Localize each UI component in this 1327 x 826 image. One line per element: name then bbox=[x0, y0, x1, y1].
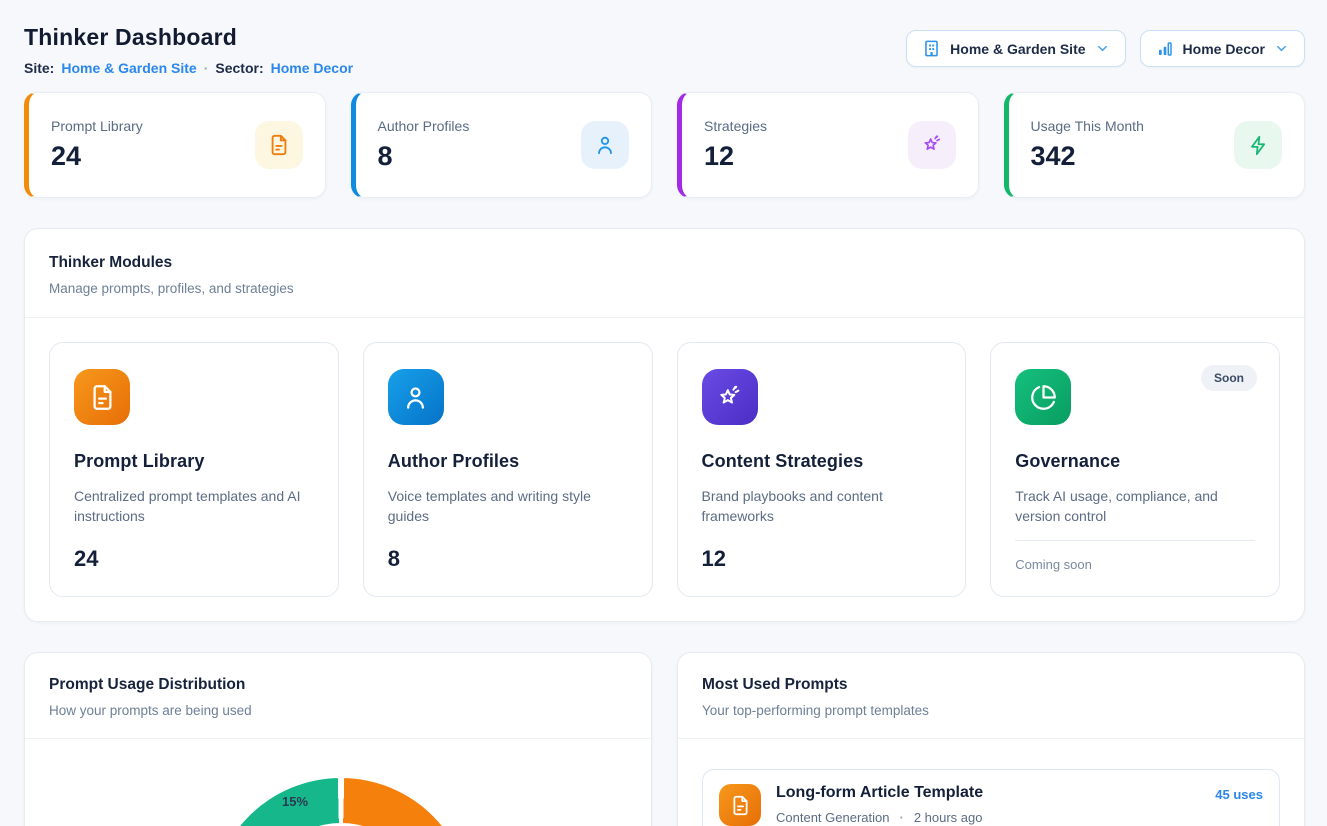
prompt-time: 2 hours ago bbox=[914, 810, 983, 825]
stat-label: Prompt Library bbox=[51, 118, 143, 134]
module-count: 12 bbox=[702, 546, 942, 572]
zap-icon bbox=[1234, 121, 1282, 169]
stat-card-author-profiles: Author Profiles 8 bbox=[351, 92, 653, 198]
file-text-icon bbox=[255, 121, 303, 169]
module-count: 24 bbox=[74, 546, 314, 572]
file-text-icon bbox=[719, 784, 761, 826]
chevron-down-icon bbox=[1274, 41, 1289, 56]
site-link[interactable]: Home & Garden Site bbox=[61, 60, 196, 76]
stat-card-strategies: Strategies 12 bbox=[677, 92, 979, 198]
site-selector-value: Home & Garden Site bbox=[950, 41, 1085, 57]
separator-dot: · bbox=[899, 810, 903, 825]
slice-label-green: 15% bbox=[271, 794, 319, 809]
module-card-prompt-library[interactable]: Prompt Library Centralized prompt templa… bbox=[49, 342, 339, 597]
module-description: Track AI usage, compliance, and version … bbox=[1015, 486, 1255, 527]
sector-selector-value: Home Decor bbox=[1183, 41, 1265, 57]
bottom-row: Prompt Usage Distribution How your promp… bbox=[24, 652, 1305, 826]
prompts-card-header: Most Used Prompts Your top-performing pr… bbox=[678, 653, 1304, 739]
top-bar: Thinker Dashboard Site: Home & Garden Si… bbox=[24, 24, 1305, 76]
stat-value: 12 bbox=[704, 141, 767, 172]
stat-label: Strategies bbox=[704, 118, 767, 134]
dashboard-page: Thinker Dashboard Site: Home & Garden Si… bbox=[0, 0, 1327, 826]
stats-row: Prompt Library 24 Author Profiles 8 bbox=[24, 92, 1305, 198]
sector-selector-dropdown[interactable]: Home Decor bbox=[1140, 30, 1305, 67]
sparkle-star-icon bbox=[702, 369, 758, 425]
module-title: Governance bbox=[1015, 451, 1255, 472]
modules-panel-header: Thinker Modules Manage prompts, profiles… bbox=[25, 229, 1304, 318]
prompts-card-title: Most Used Prompts bbox=[702, 676, 1280, 694]
pie-chart-icon bbox=[1015, 369, 1071, 425]
module-description: Brand playbooks and content frameworks bbox=[702, 486, 942, 527]
module-description: Centralized prompt templates and AI inst… bbox=[74, 486, 314, 527]
usage-card-header: Prompt Usage Distribution How your promp… bbox=[25, 653, 651, 739]
file-text-icon bbox=[74, 369, 130, 425]
prompt-category: Content Generation bbox=[776, 810, 889, 825]
prompts-card-subtitle: Your top-performing prompt templates bbox=[702, 703, 1280, 718]
sector-label: Sector: bbox=[215, 60, 263, 76]
stat-card-usage: Usage This Month 342 bbox=[1004, 92, 1306, 198]
user-icon bbox=[388, 369, 444, 425]
module-title: Prompt Library bbox=[74, 451, 314, 472]
bar-chart-icon bbox=[1156, 40, 1174, 58]
thinker-modules-panel: Thinker Modules Manage prompts, profiles… bbox=[24, 228, 1305, 622]
usage-card-title: Prompt Usage Distribution bbox=[49, 676, 627, 694]
prompt-list: Long-form Article Template Content Gener… bbox=[678, 739, 1304, 826]
prompt-title: Long-form Article Template bbox=[776, 784, 983, 802]
most-used-prompts-card: Most Used Prompts Your top-performing pr… bbox=[677, 652, 1305, 826]
donut-chart: 15% bbox=[25, 739, 651, 826]
modules-panel-title: Thinker Modules bbox=[49, 254, 1280, 272]
module-description: Voice templates and writing style guides bbox=[388, 486, 628, 527]
module-title: Author Profiles bbox=[388, 451, 628, 472]
sector-link[interactable]: Home Decor bbox=[271, 60, 353, 76]
divider bbox=[1015, 540, 1255, 541]
building-icon bbox=[922, 39, 941, 58]
site-label: Site: bbox=[24, 60, 54, 76]
header-left: Thinker Dashboard Site: Home & Garden Si… bbox=[24, 24, 353, 76]
module-card-governance[interactable]: Soon Governance Track AI usage, complian… bbox=[990, 342, 1280, 597]
donut-ring bbox=[211, 778, 471, 826]
module-card-content-strategies[interactable]: Content Strategies Brand playbooks and c… bbox=[677, 342, 967, 597]
modules-panel-subtitle: Manage prompts, profiles, and strategies bbox=[49, 281, 1280, 296]
stat-label: Usage This Month bbox=[1031, 118, 1144, 134]
stat-card-prompt-library: Prompt Library 24 bbox=[24, 92, 326, 198]
page-title: Thinker Dashboard bbox=[24, 24, 353, 51]
module-card-author-profiles[interactable]: Author Profiles Voice templates and writ… bbox=[363, 342, 653, 597]
module-count: 8 bbox=[388, 546, 628, 572]
usage-distribution-card: Prompt Usage Distribution How your promp… bbox=[24, 652, 652, 826]
user-icon bbox=[581, 121, 629, 169]
site-selector-dropdown[interactable]: Home & Garden Site bbox=[906, 30, 1125, 67]
separator-dot: · bbox=[204, 60, 209, 76]
prompt-uses-count: 45 uses bbox=[1215, 784, 1263, 802]
usage-card-subtitle: How your prompts are being used bbox=[49, 703, 627, 718]
prompt-meta: Content Generation · 2 hours ago bbox=[776, 810, 983, 825]
site-sector-breadcrumb: Site: Home & Garden Site · Sector: Home … bbox=[24, 60, 353, 76]
prompt-list-item[interactable]: Long-form Article Template Content Gener… bbox=[702, 769, 1280, 826]
coming-soon-text: Coming soon bbox=[1015, 557, 1255, 572]
modules-grid: Prompt Library Centralized prompt templa… bbox=[25, 318, 1304, 621]
stat-value: 342 bbox=[1031, 141, 1144, 172]
module-title: Content Strategies bbox=[702, 451, 942, 472]
stat-label: Author Profiles bbox=[378, 118, 470, 134]
soon-badge: Soon bbox=[1201, 365, 1257, 391]
stat-value: 8 bbox=[378, 141, 470, 172]
chevron-down-icon bbox=[1095, 41, 1110, 56]
stat-value: 24 bbox=[51, 141, 143, 172]
header-actions: Home & Garden Site Home Decor bbox=[906, 30, 1305, 67]
sparkle-star-icon bbox=[908, 121, 956, 169]
